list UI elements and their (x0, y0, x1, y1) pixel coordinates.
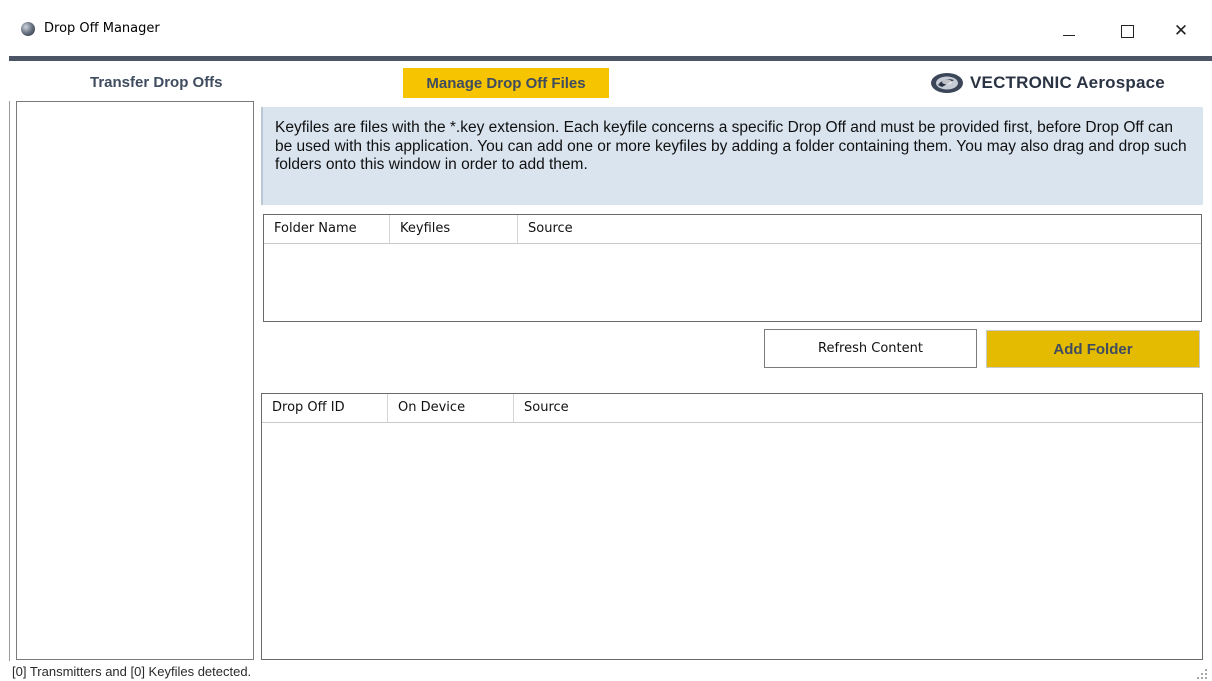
tab-manage-drop-off-files[interactable]: Manage Drop Off Files (403, 68, 609, 98)
close-button[interactable]: ✕ (1158, 14, 1204, 48)
title-bar (0, 0, 1212, 56)
vectronic-logo-icon (931, 73, 963, 93)
app-globe-icon (21, 22, 35, 36)
header-divider (9, 56, 1212, 61)
column-header-folder-name[interactable]: Folder Name (264, 215, 390, 243)
maximize-button[interactable] (1104, 14, 1150, 48)
info-box: Keyfiles are files with the *.key extens… (261, 107, 1203, 205)
resize-grip-icon[interactable] (1196, 668, 1208, 680)
folder-table-header: Folder Name Keyfiles Source (264, 215, 1201, 244)
minimize-button[interactable] (1046, 14, 1092, 48)
close-icon: ✕ (1173, 21, 1189, 41)
refresh-content-button[interactable]: Refresh Content (764, 329, 977, 368)
folder-table[interactable]: Folder Name Keyfiles Source (263, 214, 1202, 322)
info-text: Keyfiles are files with the *.key extens… (275, 119, 1187, 173)
column-header-source[interactable]: Source (518, 215, 818, 243)
add-folder-button[interactable]: Add Folder (986, 330, 1200, 368)
column-header-keyfiles[interactable]: Keyfiles (390, 215, 518, 243)
tab-transfer-drop-offs[interactable]: Transfer Drop Offs (90, 74, 223, 91)
column-header-on-device[interactable]: On Device (388, 394, 514, 422)
brand: VECTRONIC Aerospace (930, 70, 1165, 96)
column-header-drop-off-id[interactable]: Drop Off ID (262, 394, 388, 422)
brand-name: VECTRONIC Aerospace (970, 73, 1165, 92)
dropoff-table-header: Drop Off ID On Device Source (262, 394, 1202, 423)
window-title: Drop Off Manager (44, 21, 160, 36)
maximize-icon (1120, 24, 1134, 38)
dropoff-table[interactable]: Drop Off ID On Device Source (261, 393, 1203, 660)
status-text: [0] Transmitters and [0] Keyfiles detect… (12, 664, 252, 679)
transmitter-list[interactable] (16, 101, 254, 660)
minimize-icon (1063, 34, 1075, 36)
left-border (9, 101, 10, 661)
column-header-source[interactable]: Source (514, 394, 814, 422)
